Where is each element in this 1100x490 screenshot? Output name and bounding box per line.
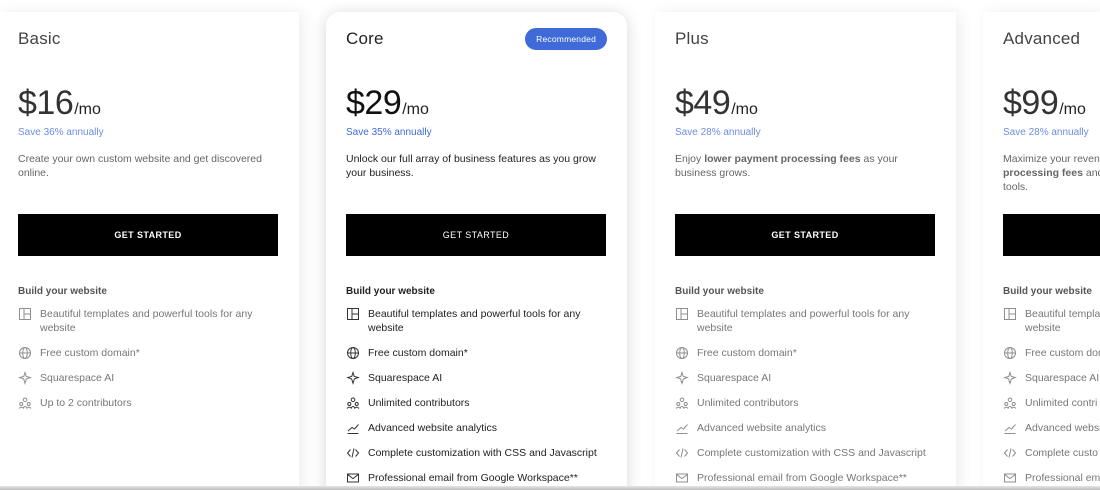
price-unit: /mo — [402, 101, 429, 118]
globe-icon — [675, 346, 689, 360]
feature-item: Beautiful templates and powerful tools f… — [346, 307, 607, 335]
plan-price: $99 — [1003, 84, 1059, 122]
feature-item: Complete customization with CSS and Java… — [346, 446, 607, 460]
feature-item: Complete custo — [1003, 446, 1100, 460]
feature-item: Free custom dom — [1003, 346, 1100, 360]
plan-name: Advanced — [1003, 29, 1081, 48]
template-icon — [18, 307, 32, 321]
plan-card-plus: Plus $49/mo Save 28% annually Enjoy lowe… — [655, 12, 956, 490]
plan-description: Unlock our full array of business featur… — [346, 153, 596, 179]
analytics-icon — [675, 421, 689, 435]
feature-item: Advanced website analytics — [346, 421, 607, 435]
feature-item: Unlimited contributors — [675, 396, 936, 410]
feature-item: Free custom domain* — [18, 346, 279, 360]
contributors-icon — [18, 396, 32, 410]
price-unit: /mo — [1059, 101, 1086, 118]
plan-price: $49 — [675, 84, 731, 122]
annual-savings: Save 36% annually — [18, 127, 104, 138]
feature-list: Beautiful templates and powerful tools f… — [675, 307, 936, 485]
plan-card-basic: Basic $16/mo Save 36% annually Create yo… — [0, 12, 299, 490]
plan-name: Core — [346, 29, 384, 48]
feature-item: Advanced website analytics — [675, 421, 936, 435]
feature-list: Beautiful templates and powerful tools f… — [346, 307, 607, 485]
contributors-icon — [675, 396, 689, 410]
plan-name: Plus — [675, 29, 709, 48]
feature-item: Unlimited contri — [1003, 396, 1100, 410]
section-heading: Build your website — [18, 286, 107, 297]
get-started-button[interactable]: GET STARTED — [18, 214, 278, 256]
contributors-icon — [346, 396, 360, 410]
plan-price: $16 — [18, 84, 74, 122]
feature-item: Professional email from Google Workspace… — [346, 471, 607, 485]
feature-item: website — [1025, 322, 1061, 334]
plan-description: Create your own custom website and get d… — [18, 153, 262, 179]
feature-item: Squarespace AI — [675, 371, 936, 385]
analytics-icon — [346, 421, 360, 435]
globe-icon — [18, 346, 32, 360]
feature-list: Beautiful templa website Free custom dom… — [1003, 307, 1100, 485]
template-icon — [675, 307, 689, 321]
sparkle-icon — [675, 371, 689, 385]
feature-item: Free custom domain* — [675, 346, 936, 360]
mail-icon — [1003, 471, 1017, 485]
code-icon — [675, 446, 689, 460]
template-icon — [346, 307, 360, 321]
feature-item: Squarespace AI — [1003, 371, 1100, 385]
plan-card-core: Core Recommended $29/mo Save 35% annually… — [326, 12, 627, 490]
feature-item: Free custom domain* — [346, 346, 607, 360]
annual-savings: Save 35% annually — [346, 127, 432, 138]
feature-item: Beautiful templates and powerful tools f… — [18, 307, 279, 335]
template-icon — [1003, 307, 1017, 321]
get-started-button[interactable]: GET STARTED — [675, 214, 935, 256]
code-icon — [346, 446, 360, 460]
annual-savings: Save 28% annually — [675, 127, 761, 138]
sparkle-icon — [18, 371, 32, 385]
feature-item: Squarespace AI — [18, 371, 279, 385]
feature-item: Up to 2 contributors — [18, 396, 279, 410]
section-heading: Build your website — [346, 286, 435, 297]
recommended-badge: Recommended — [525, 28, 607, 50]
sparkle-icon — [1003, 371, 1017, 385]
code-icon — [1003, 446, 1017, 460]
feature-item: Squarespace AI — [346, 371, 607, 385]
feature-item: Complete customization with CSS and Java… — [675, 446, 936, 460]
get-started-button[interactable] — [1003, 214, 1100, 256]
mail-icon — [675, 471, 689, 485]
price-unit: /mo — [74, 101, 101, 118]
plan-card-advanced: Advanced $99/mo Save 28% annually Maximi… — [983, 12, 1100, 490]
plan-description: Enjoy lower payment processing fees as y… — [675, 153, 898, 179]
feature-item: Advanced websi — [1003, 421, 1100, 435]
plan-description: Maximize your revenu processing fees and… — [1003, 153, 1100, 193]
globe-icon — [346, 346, 360, 360]
bottom-edge — [0, 486, 1100, 490]
section-heading: Build your website — [675, 286, 764, 297]
section-heading: Build your website — [1003, 286, 1092, 297]
contributors-icon — [1003, 396, 1017, 410]
annual-savings: Save 28% annually — [1003, 127, 1089, 138]
sparkle-icon — [346, 371, 360, 385]
plan-price: $29 — [346, 84, 402, 122]
feature-item: Professional em — [1003, 471, 1100, 485]
plan-name: Basic — [18, 29, 61, 48]
mail-icon — [346, 471, 360, 485]
feature-item: Beautiful templates and powerful tools f… — [675, 307, 936, 335]
get-started-button[interactable]: GET STARTED — [346, 214, 606, 256]
feature-item: Professional email from Google Workspace… — [675, 471, 936, 485]
analytics-icon — [1003, 421, 1017, 435]
feature-item: Beautiful templa — [1003, 307, 1100, 321]
price-unit: /mo — [731, 101, 758, 118]
globe-icon — [1003, 346, 1017, 360]
feature-list: Beautiful templates and powerful tools f… — [18, 307, 279, 410]
feature-item: Unlimited contributors — [346, 396, 607, 410]
